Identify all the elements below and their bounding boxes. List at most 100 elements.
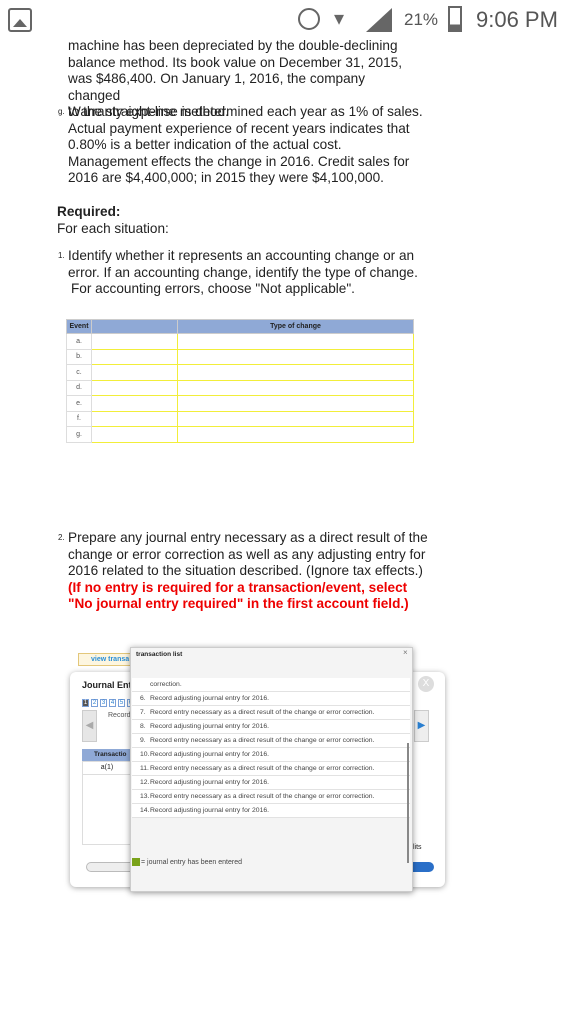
event-label: f.: [66, 410, 92, 427]
item-text: Record adjusting journal entry for 2016.: [150, 807, 270, 814]
header-type-of-change: Type of change: [177, 319, 414, 334]
battery-level: 21%: [404, 10, 439, 29]
change-select[interactable]: [91, 426, 178, 443]
text-line: was $486,400. On January 1, 2016, the co…: [68, 71, 365, 103]
list-item[interactable]: 13.Record entry necessary as a direct re…: [132, 790, 410, 804]
transaction-list: correction. 6. Record adjusting journal en…: [132, 678, 410, 818]
item-number: 12.: [140, 779, 150, 786]
item-marker: 1.: [58, 251, 65, 260]
transaction-cell: a(1): [82, 761, 132, 775]
event-label: c.: [66, 364, 92, 381]
item-text: Record entry necessary as a direct resul…: [150, 737, 375, 744]
text-line: Management effects the change in 2016. C…: [68, 153, 410, 169]
close-button[interactable]: X: [418, 676, 434, 692]
transaction-rows: [82, 775, 132, 845]
battery-icon: [448, 6, 462, 32]
table-row: d.: [66, 379, 414, 396]
item-number: 10.: [140, 751, 150, 758]
popup-close-icon[interactable]: ×: [403, 648, 408, 657]
situation-g: g. Warranty expense is determined each y…: [58, 104, 428, 187]
requirement-1: 1. Identify whether it represents an acc…: [58, 248, 428, 298]
page-tab[interactable]: 4: [109, 699, 116, 707]
text-line: For accounting errors, choose "Not appli…: [71, 281, 355, 296]
item-text: Record entry necessary as a direct resul…: [150, 765, 375, 772]
text-line: balance method. Its book value on Decemb…: [68, 54, 403, 70]
credits-label: lits: [413, 844, 422, 851]
list-item[interactable]: 14.Record adjusting journal entry for 20…: [132, 804, 410, 818]
scrollbar[interactable]: [407, 743, 409, 863]
type-of-change-select[interactable]: [177, 348, 414, 365]
page-tab[interactable]: 5: [118, 699, 125, 707]
item-text: Record entry necessary as a direct resul…: [150, 709, 375, 716]
status-bar: ▾ 21% 9:06 PM: [0, 0, 576, 40]
item-number: 11.: [140, 765, 149, 772]
change-select[interactable]: [91, 348, 178, 365]
type-of-change-select[interactable]: [177, 333, 414, 350]
list-item[interactable]: correction.: [132, 678, 410, 692]
event-label: a.: [66, 333, 92, 350]
event-label: b.: [66, 348, 92, 365]
item-marker: 2.: [58, 533, 65, 542]
required-heading: Required:: [57, 204, 121, 219]
text-line: 0.80% is a better indication of the actu…: [68, 137, 342, 152]
event-label: g.: [66, 426, 92, 443]
list-item[interactable]: 6. Record adjusting journal entry for 201…: [132, 692, 410, 706]
item-text: Record adjusting journal entry for 2016.: [150, 695, 270, 702]
event-table: Event Type of change a. b. c. d. e. f. g.: [66, 319, 414, 443]
type-of-change-select[interactable]: [177, 364, 414, 381]
page-tab[interactable]: 2: [91, 699, 98, 707]
list-item[interactable]: 12.Record adjusting journal entry for 20…: [132, 776, 410, 790]
table-row: g.: [66, 426, 414, 443]
header-blank: [91, 319, 178, 334]
prev-button[interactable]: ◀: [82, 710, 97, 742]
type-of-change-select[interactable]: [177, 410, 414, 427]
record-label: Record: [108, 712, 131, 719]
change-select[interactable]: [91, 333, 178, 350]
type-of-change-select[interactable]: [177, 379, 414, 396]
header-event: Event: [66, 319, 92, 334]
journal-title: Journal Ent: [82, 680, 132, 690]
table-row: b.: [66, 348, 414, 365]
list-item[interactable]: 9. Record entry necessary as a direct res…: [132, 734, 410, 748]
page-tab[interactable]: 3: [100, 699, 107, 707]
change-select[interactable]: [91, 410, 178, 427]
change-select[interactable]: [91, 395, 178, 412]
item-number: 13.: [140, 793, 150, 800]
list-item[interactable]: 8. Record adjusting journal entry for 201…: [132, 720, 410, 734]
table-row: a.: [66, 333, 414, 350]
item-number: 6.: [140, 695, 146, 702]
event-label: e.: [66, 395, 92, 412]
item-text: Record adjusting journal entry for 2016.: [150, 751, 270, 758]
item-text: correction.: [150, 681, 182, 688]
change-select[interactable]: [91, 379, 178, 396]
view-transaction-list-button[interactable]: view transa: [78, 653, 138, 666]
list-item[interactable]: 11.Record entry necessary as a direct re…: [132, 762, 410, 776]
text-line: Actual payment experience of recent year…: [68, 120, 410, 136]
type-of-change-select[interactable]: [177, 395, 414, 412]
page-tabs: 123456: [82, 699, 134, 707]
required-sub: For each situation:: [57, 220, 169, 236]
change-select[interactable]: [91, 364, 178, 381]
table-row: f.: [66, 410, 414, 427]
list-item[interactable]: 10.Record adjusting journal entry for 20…: [132, 748, 410, 762]
event-label: d.: [66, 379, 92, 396]
item-number: 7.: [140, 709, 146, 716]
table-row: e.: [66, 395, 414, 412]
gallery-icon: [8, 8, 32, 32]
item-text: Record adjusting journal entry for 2016.: [150, 723, 270, 730]
item-number: 8.: [140, 723, 146, 730]
list-item[interactable]: 7. Record entry necessary as a direct res…: [132, 706, 410, 720]
alarm-icon: [298, 8, 320, 30]
transaction-list-popup: transaction list × correction. 6. Record a…: [130, 647, 413, 892]
type-of-change-select[interactable]: [177, 426, 414, 443]
item-text: Record adjusting journal entry for 2016.: [150, 779, 270, 786]
next-button[interactable]: ▶: [414, 710, 429, 742]
page-tab[interactable]: 1: [82, 699, 89, 707]
item-marker: g.: [58, 107, 65, 116]
legend: = journal entry has been entered: [132, 858, 242, 866]
text-line: tax effects.): [352, 563, 423, 578]
text-line: machine has been depreciated by the doub…: [68, 38, 398, 53]
signal-icon: [366, 8, 392, 32]
legend-swatch: [132, 858, 140, 866]
item-text: Record entry necessary as a direct resul…: [150, 793, 375, 800]
